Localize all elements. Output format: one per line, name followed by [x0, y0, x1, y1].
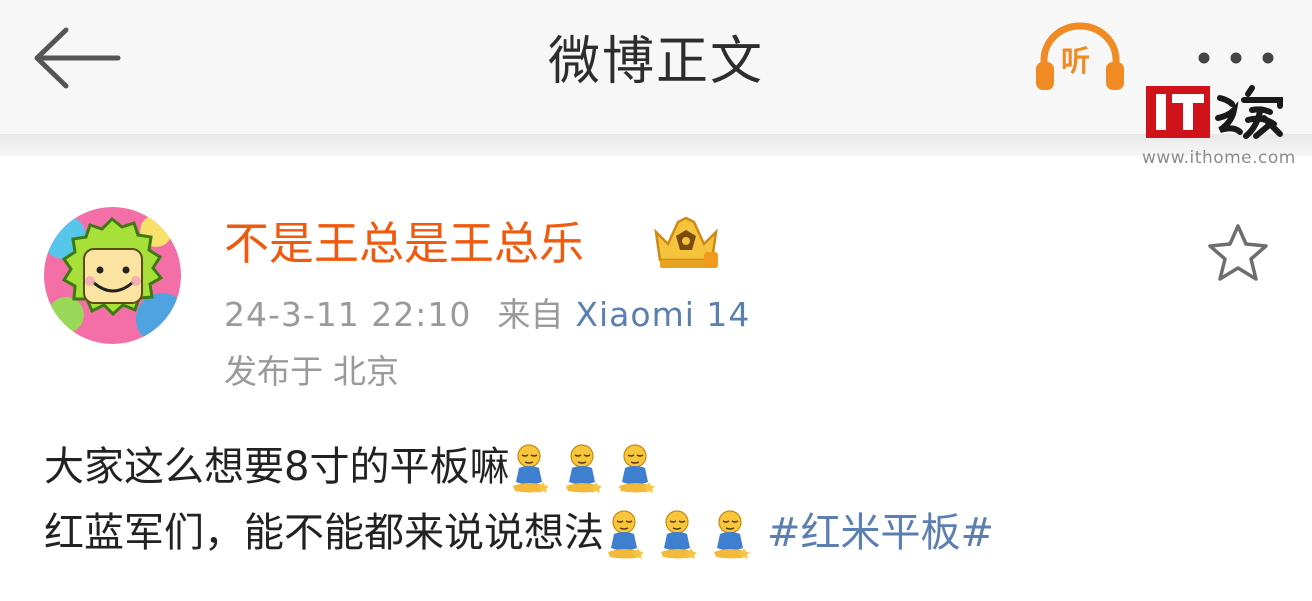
- header-divider: [0, 134, 1312, 156]
- ithome-url: www.ithome.com: [1142, 148, 1296, 168]
- post-text-line-2: 红蓝军们，能不能都来说说想法 #红米平板#: [44, 506, 994, 560]
- author-name[interactable]: 不是王总是王总乐: [224, 216, 584, 272]
- weibo-post-page: 微博正文 听 www.ithome.com 不是王总是王总乐 24-3-11 2…: [0, 0, 1312, 601]
- more-options-button[interactable]: [1190, 44, 1282, 72]
- favorite-button[interactable]: [1206, 222, 1270, 284]
- location-value: 北京: [333, 352, 399, 391]
- crown-badge-icon: [650, 214, 722, 272]
- sitting-wait-emoji-icon: [660, 510, 698, 560]
- sitting-wait-emoji-icon: [512, 444, 551, 494]
- star-outline-icon: [1208, 224, 1268, 281]
- sitting-wait-emoji-icon: [607, 510, 645, 560]
- source-prefix: 来自: [497, 295, 564, 334]
- listen-label: 听: [1061, 44, 1091, 78]
- post-timestamp: 24-3-11 22:10: [224, 295, 472, 334]
- author-avatar[interactable]: [44, 207, 181, 344]
- source-device-link[interactable]: Xiaomi 14: [575, 295, 750, 334]
- ithome-logo: [1144, 84, 1294, 140]
- top-nav-bar: 微博正文 听: [0, 0, 1312, 134]
- sitting-wait-emoji-icon: [713, 510, 751, 560]
- post-location: 发布于 北京: [224, 350, 399, 394]
- location-prefix: 发布于: [224, 352, 323, 391]
- hashtag-link[interactable]: #红米平板#: [767, 507, 994, 559]
- post-text: 大家这么想要8寸的平板嘛: [44, 444, 510, 490]
- sitting-wait-emoji-icon: [618, 444, 657, 494]
- post-meta: 24-3-11 22:10 来自 Xiaomi 14: [224, 293, 750, 337]
- post-text: 红蓝军们，能不能都来说说想法: [44, 510, 604, 556]
- post-text-line-1: 大家这么想要8寸的平板嘛: [44, 440, 668, 494]
- sitting-wait-emoji-icon: [565, 444, 604, 494]
- emoji-row-2: [604, 506, 763, 560]
- more-dots-icon: [1198, 52, 1274, 64]
- emoji-row-1: [509, 440, 668, 494]
